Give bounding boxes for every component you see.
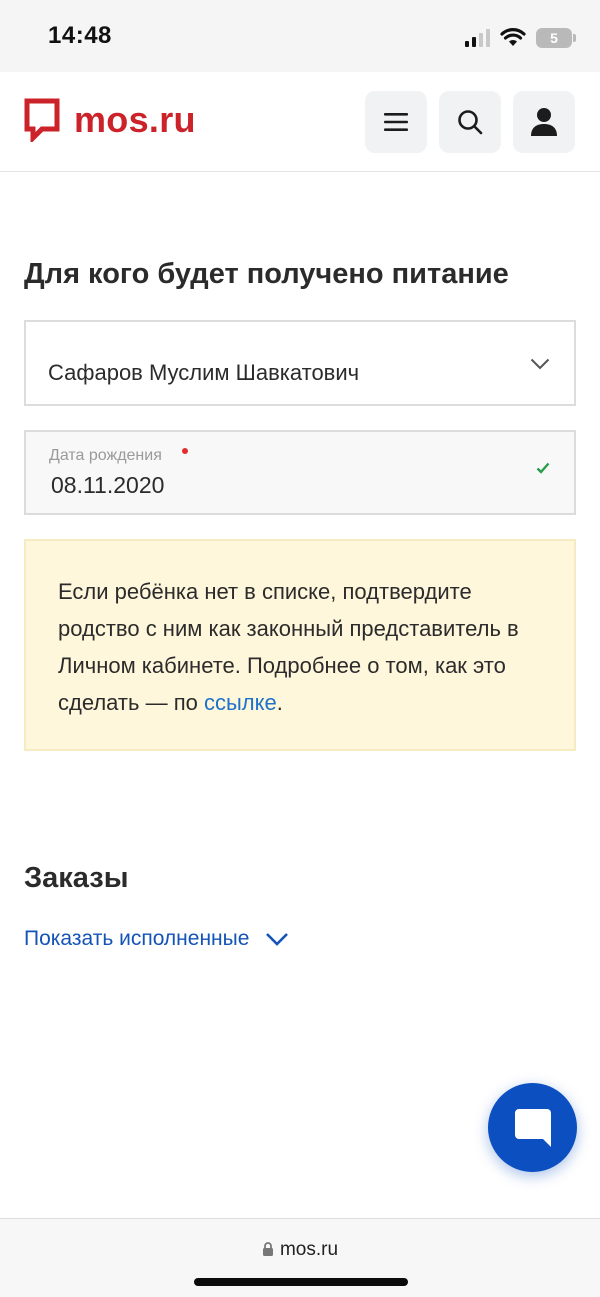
birth-date-value: 08.11.2020 <box>51 472 165 498</box>
browser-url-bar[interactable]: mos.ru <box>0 1218 600 1297</box>
chevron-down-icon <box>530 358 550 370</box>
birth-date-field[interactable]: Дата рождения 08.11.2020 <box>24 430 576 515</box>
home-indicator[interactable] <box>194 1278 408 1286</box>
chat-button[interactable] <box>488 1083 577 1172</box>
battery-level: 5 <box>550 30 558 46</box>
notice-link[interactable]: ссылке <box>204 690 277 715</box>
url-text: mos.ru <box>279 1239 339 1260</box>
show-completed-toggle[interactable]: Показать исполненные <box>24 927 289 951</box>
url-display[interactable]: mos.ru <box>0 1239 600 1261</box>
status-icons: 5 <box>465 26 576 50</box>
birth-date-label: Дата рождения <box>49 447 162 464</box>
chat-icon <box>514 1108 551 1147</box>
page: 14:48 5 mos.ru Для кого будет получено п… <box>0 0 600 1297</box>
menu-button[interactable] <box>365 91 427 153</box>
info-notice: Если ребёнка нет в списке, подтвердите р… <box>24 539 576 751</box>
wifi-icon <box>500 28 526 46</box>
lock-icon <box>262 1242 273 1256</box>
battery-icon: 5 <box>536 28 576 48</box>
status-bar: 14:48 5 <box>0 0 600 72</box>
orders-title: Заказы <box>24 862 129 894</box>
notice-end: . <box>276 690 283 715</box>
mos-logo-icon <box>24 98 60 142</box>
required-indicator <box>182 448 188 454</box>
status-time: 14:48 <box>48 22 112 49</box>
profile-button[interactable] <box>513 91 575 153</box>
check-icon <box>536 462 550 474</box>
logo[interactable]: mos.ru <box>24 98 196 142</box>
menu-icon <box>384 113 408 131</box>
signal-icon <box>465 29 490 47</box>
search-icon <box>458 110 483 135</box>
notice-text: Если ребёнка нет в списке, подтвердите р… <box>58 579 519 715</box>
search-button[interactable] <box>439 91 501 153</box>
user-icon <box>531 108 557 136</box>
show-completed-label: Показать исполненные <box>24 927 250 950</box>
site-header: mos.ru <box>0 72 600 172</box>
chevron-down-icon <box>266 933 289 946</box>
page-title: Для кого будет получено питание <box>24 258 509 290</box>
child-select-value: Сафаров Муслим Шавкатович <box>48 360 360 385</box>
logo-text: mos.ru <box>74 99 196 140</box>
child-select[interactable]: Сафаров Муслим Шавкатович <box>24 320 576 406</box>
